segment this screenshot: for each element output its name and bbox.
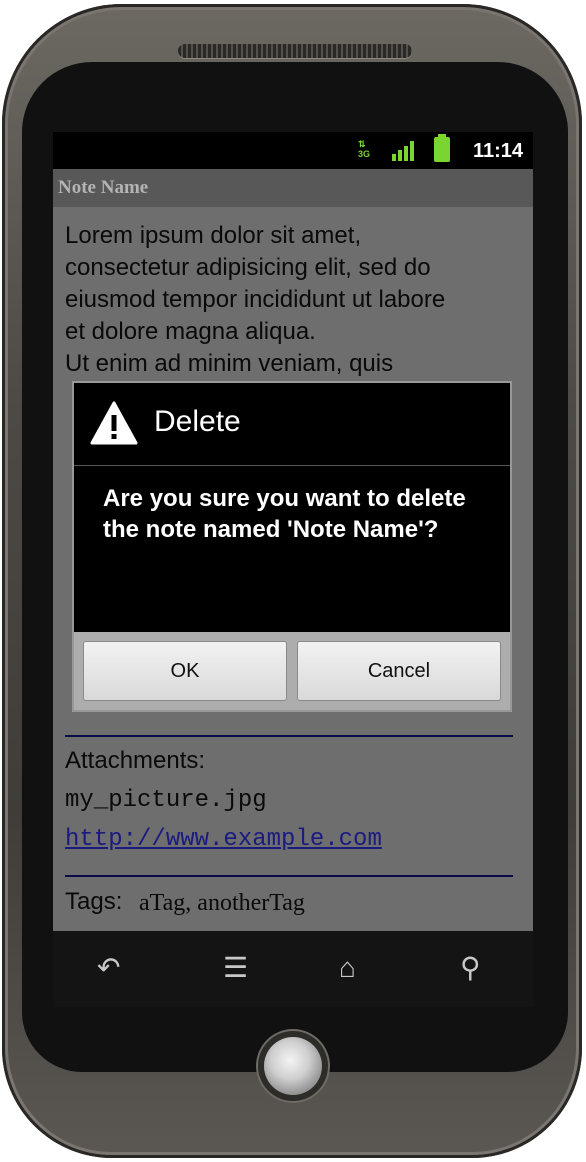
divider <box>65 875 513 877</box>
dialog-title: Delete <box>154 405 241 438</box>
network-3g-icon: ⇅ 3G <box>358 139 371 159</box>
battery-icon <box>434 134 450 162</box>
title-bar: Note Name <box>53 169 533 207</box>
menu-icon[interactable]: ☰ <box>223 953 248 983</box>
note-body-line: Ut enim ad minim veniam, quis <box>65 350 394 377</box>
ok-button[interactable]: OK <box>83 641 287 701</box>
status-time: 11:14 <box>472 140 523 162</box>
note-body-line: et dolore magna aliqua. <box>65 318 316 345</box>
attachment-file[interactable]: my_picture.jpg <box>65 787 267 814</box>
trackball[interactable] <box>264 1037 322 1095</box>
page-title: Note Name <box>58 177 149 198</box>
dialog-button-bar: OK Cancel <box>74 632 510 710</box>
note-body-line: consectetur adipisicing elit, sed do <box>65 254 431 281</box>
attachments-label: Attachments: <box>65 747 206 774</box>
tags-label: Tags: <box>65 888 123 915</box>
soft-nav-bar: ↶ ☰ ⌂ ⚲ <box>53 931 533 1007</box>
back-icon[interactable]: ↶ <box>97 953 120 983</box>
delete-dialog: Delete Are you sure you want to delete t… <box>72 381 512 712</box>
note-body-line: eiusmod tempor incididunt ut labore <box>65 286 446 313</box>
attachment-link[interactable]: http://www.example.com <box>65 826 382 853</box>
screen: ⇅ 3G 11:14 Note Name Lorem ipsum dolor si… <box>53 132 533 931</box>
dialog-title-bar: Delete <box>74 383 510 465</box>
status-bar: ⇅ 3G 11:14 <box>53 132 533 169</box>
tags-values: aTag, anotherTag <box>139 890 305 916</box>
dialog-separator <box>74 465 510 466</box>
signal-icon <box>392 141 416 161</box>
earpiece-speaker <box>178 44 412 58</box>
note-body-line: Lorem ipsum dolor sit amet, <box>65 222 362 249</box>
warning-icon <box>90 401 138 445</box>
note-body: Lorem ipsum dolor sit amet, consectetur … <box>65 220 525 380</box>
search-icon[interactable]: ⚲ <box>460 953 481 983</box>
home-icon[interactable]: ⌂ <box>339 953 356 983</box>
divider <box>65 735 513 737</box>
dialog-message: Are you sure you want to delete the note… <box>103 485 466 543</box>
cancel-button[interactable]: Cancel <box>297 641 501 701</box>
